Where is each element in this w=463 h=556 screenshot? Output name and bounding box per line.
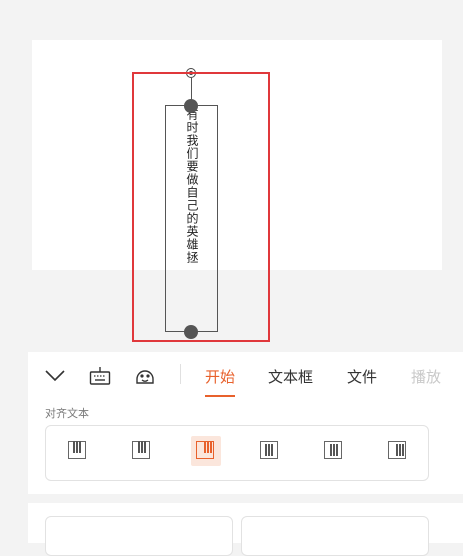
align-left-icon[interactable]	[259, 440, 281, 462]
align-center-icon[interactable]	[323, 440, 345, 462]
chevron-down-icon[interactable]	[43, 364, 67, 388]
bottom-toolbar: 开始 文本框 文件 播放	[28, 352, 463, 399]
align-bottom-icon[interactable]	[191, 436, 221, 466]
tab-textbox[interactable]: 文本框	[268, 366, 313, 387]
tab-start[interactable]: 开始	[205, 366, 235, 387]
align-middle-icon[interactable]	[131, 440, 153, 462]
lower-options-panel	[28, 503, 463, 556]
option-card[interactable]	[241, 516, 429, 556]
align-text-label: 对齐文本	[45, 407, 89, 420]
tab-file[interactable]: 文件	[347, 366, 377, 387]
selection-highlight	[132, 72, 270, 342]
toolbar-separator	[180, 364, 181, 384]
align-right-icon[interactable]	[387, 440, 409, 462]
option-card[interactable]	[45, 516, 233, 556]
active-tab-indicator	[205, 395, 235, 397]
tab-play[interactable]: 播放	[411, 366, 441, 387]
align-options-group	[45, 425, 429, 481]
align-text-panel: 对齐文本	[28, 398, 463, 494]
keyboard-icon[interactable]	[88, 364, 112, 388]
align-top-icon[interactable]	[67, 440, 89, 462]
voice-assistant-icon[interactable]	[133, 364, 157, 388]
